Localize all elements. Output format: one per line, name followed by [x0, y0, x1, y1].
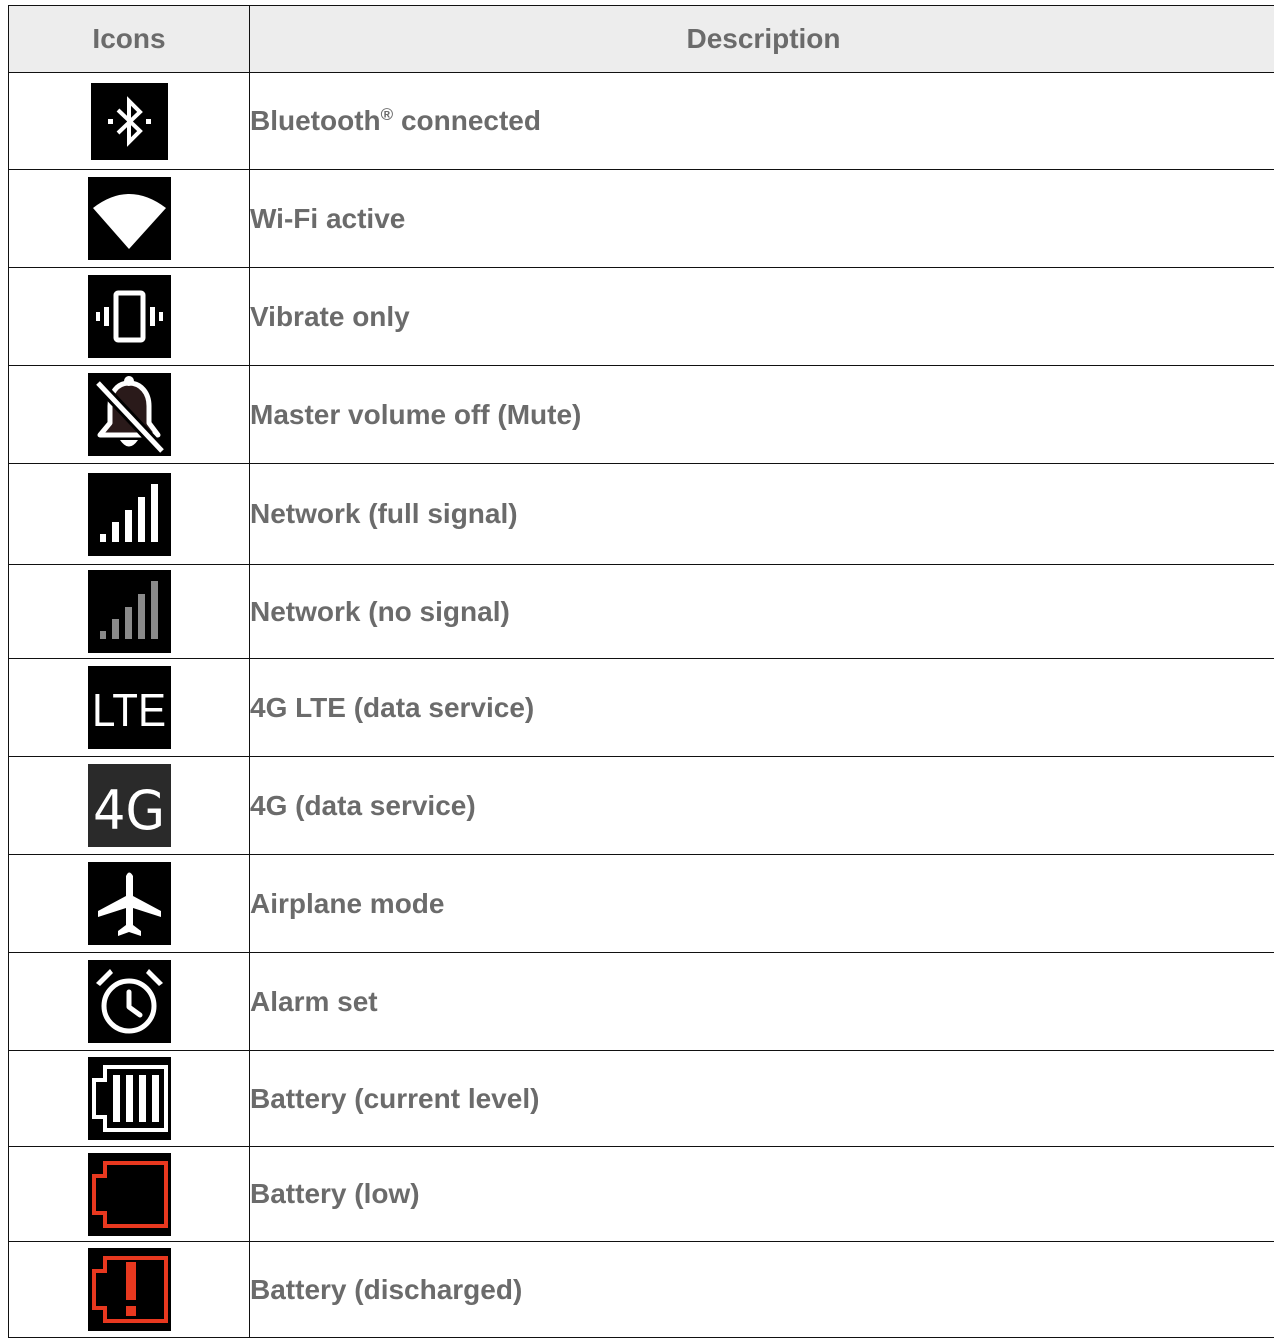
- table-row: Alarm set: [9, 953, 1274, 1051]
- icon-cell: [9, 366, 250, 464]
- bluetooth-icon: [91, 83, 168, 160]
- signal-none-icon: [88, 570, 171, 653]
- description-cell: Battery (discharged): [250, 1242, 1274, 1338]
- description-cell: Vibrate only: [250, 268, 1274, 366]
- description-cell: Alarm set: [250, 953, 1274, 1051]
- registered-mark: ®: [381, 105, 394, 124]
- mute-bell-icon: [88, 373, 171, 456]
- vibrate-icon: [88, 275, 171, 358]
- table-header-row: Icons Description: [9, 6, 1274, 73]
- table-row: Battery (current level): [9, 1051, 1274, 1147]
- description-cell: Network (no signal): [250, 565, 1274, 659]
- icon-cell: [9, 1242, 250, 1338]
- icon-cell: [9, 1147, 250, 1242]
- 4g-icon: 4G: [88, 764, 171, 847]
- table-row: Battery (discharged): [9, 1242, 1274, 1338]
- alarm-icon: [88, 960, 171, 1043]
- icon-cell: [9, 464, 250, 565]
- icon-cell: 4G: [9, 757, 250, 855]
- description-cell: Bluetooth® connected: [250, 73, 1274, 170]
- table-row: Wi-Fi active: [9, 170, 1274, 268]
- icon-cell: [9, 565, 250, 659]
- table-row: Bluetooth® connected: [9, 73, 1274, 170]
- status-icons-table: Icons Description Bluetooth® connected: [8, 5, 1274, 1338]
- table-row: Airplane mode: [9, 855, 1274, 953]
- description-cell: Wi-Fi active: [250, 170, 1274, 268]
- lte-icon-text: LTE: [92, 684, 166, 736]
- table-row: Network (no signal): [9, 565, 1274, 659]
- description-cell: Battery (low): [250, 1147, 1274, 1242]
- wifi-icon: [88, 177, 171, 260]
- airplane-icon: [88, 862, 171, 945]
- icon-cell: [9, 268, 250, 366]
- battery-discharged-icon: [88, 1248, 171, 1331]
- icons-column-header: Icons: [9, 6, 250, 73]
- signal-full-icon: [88, 473, 171, 556]
- description-cell: Master volume off (Mute): [250, 366, 1274, 464]
- icon-cell: [9, 73, 250, 170]
- table-row: Vibrate only: [9, 268, 1274, 366]
- icon-cell: LTE: [9, 659, 250, 757]
- table-row: Battery (low): [9, 1147, 1274, 1242]
- battery-low-icon: [88, 1153, 171, 1236]
- icon-cell: [9, 855, 250, 953]
- 4g-icon-text: 4G: [93, 779, 165, 842]
- description-column-header: Description: [250, 6, 1274, 73]
- description-cell: Battery (current level): [250, 1051, 1274, 1147]
- description-cell: 4G (data service): [250, 757, 1274, 855]
- description-text: Bluetooth: [250, 105, 381, 136]
- table-row: LTE 4G LTE (data service): [9, 659, 1274, 757]
- icon-cell: [9, 953, 250, 1051]
- icon-cell: [9, 1051, 250, 1147]
- table-row: 4G 4G (data service): [9, 757, 1274, 855]
- table-row: Network (full signal): [9, 464, 1274, 565]
- lte-icon: LTE: [88, 666, 171, 749]
- description-cell: Network (full signal): [250, 464, 1274, 565]
- description-text-suffix: connected: [393, 105, 541, 136]
- description-cell: Airplane mode: [250, 855, 1274, 953]
- table-row: Master volume off (Mute): [9, 366, 1274, 464]
- description-cell: 4G LTE (data service): [250, 659, 1274, 757]
- battery-full-icon: [88, 1057, 171, 1140]
- icon-cell: [9, 170, 250, 268]
